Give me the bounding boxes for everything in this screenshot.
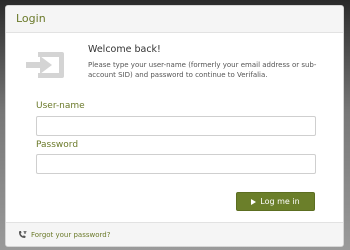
forgot-password-link[interactable]: Forgot your password? — [18, 230, 111, 239]
log-me-in-button[interactable]: Log me in — [236, 192, 315, 211]
panel-footer: Forgot your password? — [6, 222, 343, 246]
phone-icon — [19, 230, 27, 238]
welcome-heading: Welcome back! — [88, 44, 161, 55]
password-input[interactable] — [36, 154, 316, 174]
username-label: User-name — [36, 101, 85, 111]
sign-in-icon — [26, 52, 64, 78]
forgot-password-label: Forgot your password? — [31, 230, 111, 239]
panel-header: Login — [6, 6, 343, 33]
log-me-in-label: Log me in — [260, 197, 300, 206]
password-label: Password — [36, 140, 79, 150]
instructions-text: Please type your user-name (formerly you… — [88, 61, 317, 79]
username-input[interactable] — [36, 116, 316, 136]
login-panel: Login Welcome back! Please type your use… — [5, 5, 344, 247]
panel-title: Login — [16, 12, 46, 25]
play-icon — [251, 198, 257, 205]
